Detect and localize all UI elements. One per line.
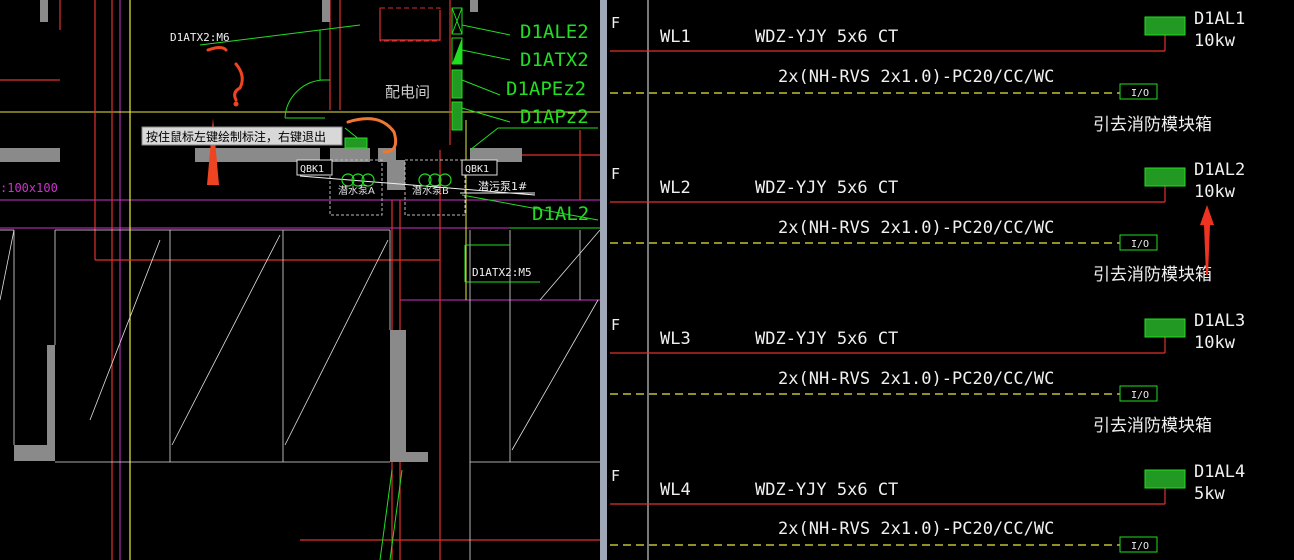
panel-symbols[interactable]: [344, 7, 463, 149]
panel-box-symbol[interactable]: [1144, 16, 1186, 36]
room-label[interactable]: 配电间: [385, 83, 430, 101]
circuit-id[interactable]: WL1: [660, 27, 691, 47]
io-module-label: I/O: [1131, 239, 1149, 250]
panel-label-d1al2[interactable]: D1AL2: [532, 203, 589, 225]
panel-name[interactable]: D1AL3: [1194, 311, 1245, 331]
panel-load[interactable]: 10kw: [1194, 333, 1236, 353]
control-cable-spec[interactable]: 2x(NH-RVS 2x1.0)-PC20/CC/WC: [778, 67, 1054, 87]
gray-wall-blocks: [0, 0, 522, 462]
circuit-id[interactable]: WL4: [660, 480, 691, 500]
phase-label: F: [611, 165, 620, 183]
circuit-row-wl1[interactable]: F WL1 WDZ-YJY 5x6 CT D1AL1 10kw 2x(NH-RV…: [610, 9, 1245, 135]
panel-name[interactable]: D1AL4: [1194, 462, 1245, 482]
panel-name[interactable]: D1AL1: [1194, 9, 1245, 29]
io-module-label: I/O: [1131, 390, 1149, 401]
distribution-box-symbol[interactable]: [344, 137, 368, 149]
panel-box-symbol[interactable]: [1144, 318, 1186, 338]
panel-load[interactable]: 5kw: [1194, 484, 1225, 504]
circuit-id[interactable]: WL3: [660, 329, 691, 349]
cable-spec[interactable]: WDZ-YJY 5x6 CT: [755, 178, 898, 198]
cad-command-tooltip: 按住鼠标左键绘制标注，右键退出: [141, 126, 343, 146]
cable-tag-top[interactable]: D1ATX2:M6: [170, 31, 230, 44]
io-module-label: I/O: [1131, 88, 1149, 99]
control-cable-spec[interactable]: 2x(NH-RVS 2x1.0)-PC20/CC/WC: [778, 369, 1054, 389]
panel-d1apez2-symbol[interactable]: [451, 69, 463, 99]
panel-label-d1atx2[interactable]: D1ATX2: [520, 49, 589, 71]
pump-a-label[interactable]: 潜水泵A: [338, 184, 375, 197]
cable-spec[interactable]: WDZ-YJY 5x6 CT: [755, 27, 898, 47]
red-arrow-annotation: [1200, 205, 1214, 225]
panel-box-symbol[interactable]: [1144, 167, 1186, 187]
left-plan-view[interactable]: 按住鼠标左键绘制标注，右键退出 D1ATX2:M6 D1ATX2:M5 配电间 …: [0, 0, 601, 560]
destination-note[interactable]: 引去消防模块箱: [1093, 265, 1212, 285]
dashed-room-box: [379, 7, 441, 42]
panel-name[interactable]: D1AL2: [1194, 160, 1245, 180]
pump-b-label[interactable]: 潜水泵B: [412, 184, 449, 197]
panel-label-d1apez2[interactable]: D1APEz2: [506, 78, 586, 100]
cable-spec[interactable]: WDZ-YJY 5x6 CT: [755, 480, 898, 500]
cable-spec[interactable]: WDZ-YJY 5x6 CT: [755, 329, 898, 349]
control-cable-spec[interactable]: 2x(NH-RVS 2x1.0)-PC20/CC/WC: [778, 519, 1054, 539]
qbk-left-label[interactable]: QBK1: [300, 164, 324, 175]
io-module-label: I/O: [1131, 541, 1149, 552]
destination-note[interactable]: 引去消防模块箱: [1093, 115, 1212, 135]
circuit-row-wl2[interactable]: F WL2 WDZ-YJY 5x6 CT D1AL2 10kw 2x(NH-RV…: [610, 160, 1245, 285]
control-cable-spec[interactable]: 2x(NH-RVS 2x1.0)-PC20/CC/WC: [778, 218, 1054, 238]
destination-note[interactable]: 引去消防模块箱: [1093, 416, 1212, 436]
circuit-id[interactable]: WL2: [660, 178, 691, 198]
panel-load[interactable]: 10kw: [1194, 31, 1236, 51]
right-schedule-view[interactable]: F WL1 WDZ-YJY 5x6 CT D1AL1 10kw 2x(NH-RV…: [610, 0, 1245, 560]
circuit-row-wl3[interactable]: F WL3 WDZ-YJY 5x6 CT D1AL3 10kw 2x(NH-RV…: [610, 311, 1245, 436]
qbk-right-label[interactable]: QBK1: [465, 164, 489, 175]
phase-label: F: [611, 316, 620, 334]
viewport-divider[interactable]: [600, 0, 607, 560]
tooltip-text: 按住鼠标左键绘制标注，右键退出: [146, 129, 326, 144]
dimension-label[interactable]: :100x100: [0, 181, 58, 195]
green-pipe: [379, 469, 403, 560]
panel-label-d1ale2[interactable]: D1ALE2: [520, 21, 589, 43]
panel-load[interactable]: 10kw: [1194, 182, 1236, 202]
phase-label: F: [611, 14, 620, 32]
cable-tag-bottom[interactable]: D1ATX2:M5: [472, 266, 532, 279]
circuit-row-wl4[interactable]: F WL4 WDZ-YJY 5x6 CT D1AL4 5kw 2x(NH-RVS…: [610, 462, 1245, 553]
panel-box-symbol[interactable]: [1144, 469, 1186, 489]
pump-note-label[interactable]: 潜污泵1#: [478, 179, 527, 193]
panel-label-d1apz2[interactable]: D1APz2: [520, 106, 589, 128]
white-structure-lines: [0, 229, 601, 560]
cad-drawing-canvas[interactable]: 按住鼠标左键绘制标注，右键退出 D1ATX2:M6 D1ATX2:M5 配电间 …: [0, 0, 1294, 560]
panel-d1apz2-symbol[interactable]: [451, 101, 463, 131]
panel-fill-triangle: [452, 38, 462, 64]
phase-label: F: [611, 467, 620, 485]
